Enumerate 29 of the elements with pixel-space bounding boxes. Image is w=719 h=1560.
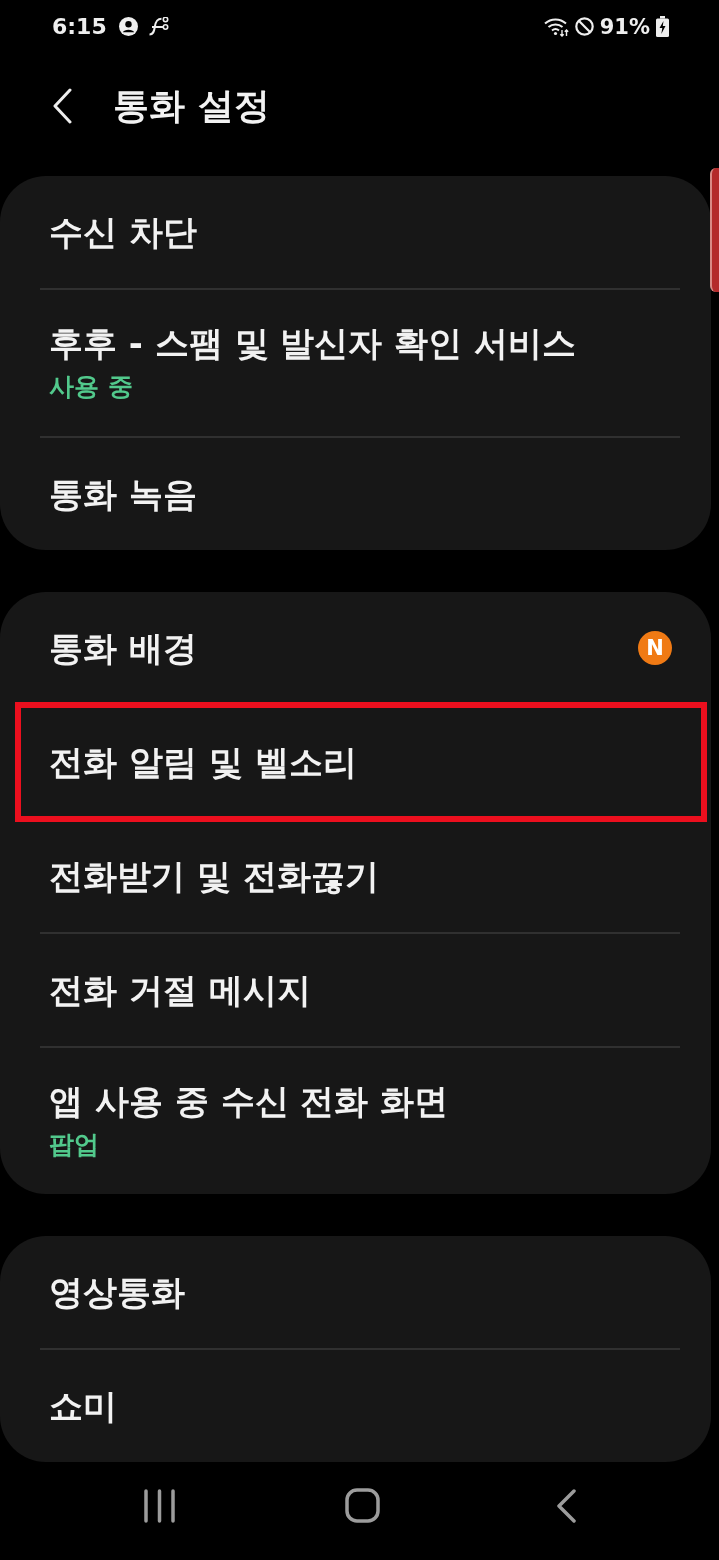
home-icon <box>345 1488 380 1524</box>
do-not-disturb-icon <box>574 17 594 37</box>
battery-level: 91% <box>599 14 650 39</box>
battery-charging-icon <box>656 16 669 38</box>
account-icon <box>118 17 138 37</box>
recent-apps-icon <box>143 1488 176 1523</box>
setting-title[interactable]: 쇼미 <box>49 1385 117 1426</box>
setting-title[interactable]: 통화 녹음 <box>49 473 197 514</box>
setting-title[interactable]: 전화 알림 및 벨소리 <box>49 741 357 782</box>
edge-panel-handle[interactable] <box>710 168 719 292</box>
page-title: 통화 설정 <box>113 83 270 128</box>
home-button[interactable] <box>345 1488 380 1524</box>
setting-title[interactable]: 앱 사용 중 수신 전화 화면 <box>49 1080 449 1121</box>
setting-status: 팝업 <box>49 1128 99 1161</box>
wifi-icon <box>543 16 569 37</box>
nav-back-button[interactable] <box>555 1488 576 1523</box>
back-icon <box>52 88 72 125</box>
new-badge: N <box>638 630 672 665</box>
setting-title[interactable]: 수신 차단 <box>49 211 197 252</box>
setting-title[interactable]: 후후 - 스팸 및 발신자 확인 서비스 <box>49 322 577 363</box>
recent-apps-button[interactable] <box>143 1488 176 1523</box>
status-time: 6:15 <box>52 14 107 40</box>
setting-title[interactable]: 통화 배경 <box>49 627 197 668</box>
setting-status: 사용 중 <box>49 370 133 403</box>
setting-title[interactable]: 영상통화 <box>49 1271 185 1312</box>
setting-title[interactable]: 전화받기 및 전화끊기 <box>49 855 379 896</box>
back-icon <box>555 1488 576 1523</box>
setting-title[interactable]: 전화 거절 메시지 <box>49 969 311 1010</box>
s-curve-icon <box>147 17 169 37</box>
